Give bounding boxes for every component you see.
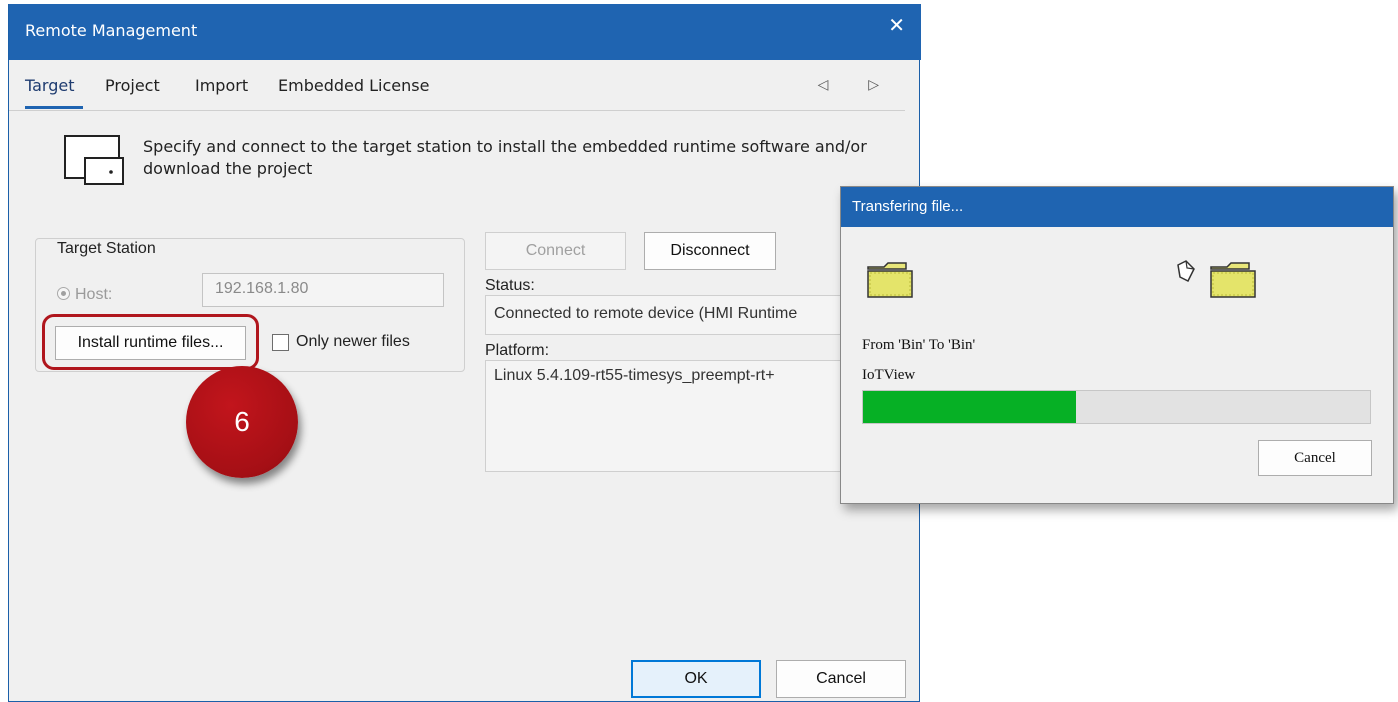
transfer-from-to: From 'Bin' To 'Bin' — [862, 337, 976, 353]
tab-embedded-license[interactable]: Embedded License — [278, 76, 429, 95]
tab-import[interactable]: Import — [195, 76, 248, 95]
install-button-highlight — [42, 314, 259, 370]
only-newer-label: Only newer files — [296, 333, 410, 350]
host-label: Host: — [75, 286, 113, 303]
host-input[interactable]: 192.168.1.80 — [202, 273, 444, 307]
remote-management-dialog: Remote Management ✕ Target Project Impor… — [8, 4, 921, 702]
platform-label: Platform: — [485, 342, 550, 359]
ok-button[interactable]: OK — [631, 660, 761, 698]
tab-divider — [9, 110, 905, 111]
status-field: Connected to remote device (HMI Runtime — [485, 295, 845, 335]
remote-screen-icon — [64, 135, 124, 185]
transfer-titlebar: Transfering file... — [841, 187, 1393, 227]
active-tab-indicator — [25, 106, 83, 109]
tab-project[interactable]: Project — [105, 76, 160, 95]
close-icon[interactable]: ✕ — [888, 16, 905, 36]
description-text: Specify and connect to the target statio… — [143, 137, 867, 178]
dialog-title: Remote Management — [25, 21, 198, 40]
only-newer-checkbox[interactable] — [272, 334, 289, 351]
transfer-progress-fill — [863, 391, 1076, 423]
target-station-legend: Target Station — [51, 240, 162, 258]
dialog-titlebar: Remote Management ✕ — [9, 4, 921, 60]
disconnect-button[interactable]: Disconnect — [644, 232, 776, 270]
host-radio[interactable] — [57, 287, 70, 300]
transfer-title: Transfering file... — [852, 198, 964, 215]
connect-button[interactable]: Connect — [485, 232, 626, 270]
transfer-progress-bar — [862, 390, 1371, 424]
transfer-current-file: IoTView — [862, 367, 916, 383]
tab-scroll-arrows-icon[interactable]: ◁ ▷ — [818, 76, 897, 93]
tab-target[interactable]: Target — [25, 76, 75, 95]
source-folder-icon — [867, 262, 913, 298]
flying-document-icon — [1177, 260, 1195, 283]
destination-folder-icon — [1210, 262, 1256, 298]
status-label: Status: — [485, 277, 535, 294]
transfer-dialog: Transfering file... From 'Bin' To 'Bin' … — [840, 186, 1394, 504]
cancel-button[interactable]: Cancel — [776, 660, 906, 698]
transfer-cancel-button[interactable]: Cancel — [1258, 440, 1372, 476]
platform-field: Linux 5.4.109-rt55-timesys_preempt-rt+ — [485, 360, 845, 472]
step-callout-badge: 6 — [186, 366, 298, 478]
